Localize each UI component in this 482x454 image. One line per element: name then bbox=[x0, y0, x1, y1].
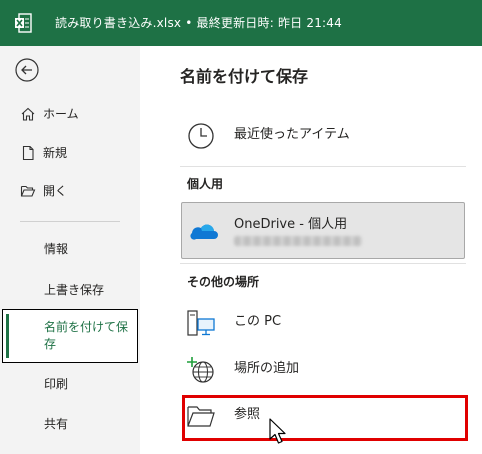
this-pc-button[interactable]: この PC bbox=[180, 300, 466, 344]
section-divider bbox=[180, 263, 466, 264]
window-title: 読み取り書き込み.xlsx • 最終更新日時: 昨日 21:44 bbox=[55, 16, 342, 30]
selection-indicator bbox=[6, 314, 9, 358]
nav-item-save[interactable]: 上書き保存 bbox=[0, 276, 140, 304]
clock-icon bbox=[188, 123, 214, 149]
backstage-nav: ホーム 新規 開く 情報 上書き保存 名前を付けて保存 印刷 共有 bbox=[0, 46, 140, 454]
nav-item-print[interactable]: 印刷 bbox=[0, 370, 140, 398]
excel-logo-icon bbox=[15, 13, 32, 33]
nav-print-label: 印刷 bbox=[44, 377, 69, 391]
save-as-panel: 名前を付けて保存 最近使ったアイテム 個人用 OneDrive - 個人用 その… bbox=[140, 46, 482, 454]
other-locations-header: その他の場所 bbox=[187, 275, 260, 289]
nav-item-open[interactable]: 開く bbox=[0, 177, 140, 205]
onedrive-cloud-icon bbox=[190, 224, 218, 240]
mouse-cursor-icon bbox=[269, 418, 286, 444]
account-email-redacted bbox=[234, 236, 362, 246]
globe-add-icon bbox=[187, 357, 214, 383]
section-divider bbox=[180, 166, 466, 167]
recent-items-label: 最近使ったアイテム bbox=[234, 127, 350, 142]
title-bar: 読み取り書き込み.xlsx • 最終更新日時: 昨日 21:44 bbox=[0, 0, 482, 46]
this-pc-icon bbox=[187, 310, 215, 336]
this-pc-label: この PC bbox=[234, 314, 282, 329]
onedrive-personal-button[interactable]: OneDrive - 個人用 bbox=[181, 202, 465, 259]
nav-item-share[interactable]: 共有 bbox=[0, 410, 140, 438]
nav-new-label: 新規 bbox=[43, 146, 68, 160]
nav-info-label: 情報 bbox=[44, 242, 69, 256]
nav-item-save-as[interactable]: 名前を付けて保存 bbox=[2, 309, 138, 363]
nav-save-label: 上書き保存 bbox=[44, 283, 105, 297]
nav-save-as-label: 名前を付けて保存 bbox=[44, 320, 129, 351]
nav-share-label: 共有 bbox=[44, 417, 69, 431]
back-arrow-icon[interactable] bbox=[15, 58, 39, 82]
onedrive-label: OneDrive - 個人用 bbox=[234, 217, 348, 232]
browse-highlight-box bbox=[182, 395, 468, 441]
home-icon bbox=[21, 107, 35, 121]
nav-open-label: 開く bbox=[43, 184, 68, 198]
open-folder-icon bbox=[20, 185, 36, 197]
nav-home-label: ホーム bbox=[43, 107, 79, 121]
nav-item-info[interactable]: 情報 bbox=[0, 235, 140, 263]
nav-item-new[interactable]: 新規 bbox=[0, 139, 140, 167]
recent-items-button[interactable]: 最近使ったアイテム bbox=[180, 113, 466, 157]
nav-divider bbox=[20, 221, 120, 222]
personal-header: 個人用 bbox=[187, 177, 224, 191]
add-place-label: 場所の追加 bbox=[234, 361, 300, 376]
nav-item-home[interactable]: ホーム bbox=[0, 100, 140, 128]
page-title: 名前を付けて保存 bbox=[180, 67, 309, 86]
new-document-icon bbox=[22, 145, 34, 161]
add-place-button[interactable]: 場所の追加 bbox=[180, 347, 466, 391]
